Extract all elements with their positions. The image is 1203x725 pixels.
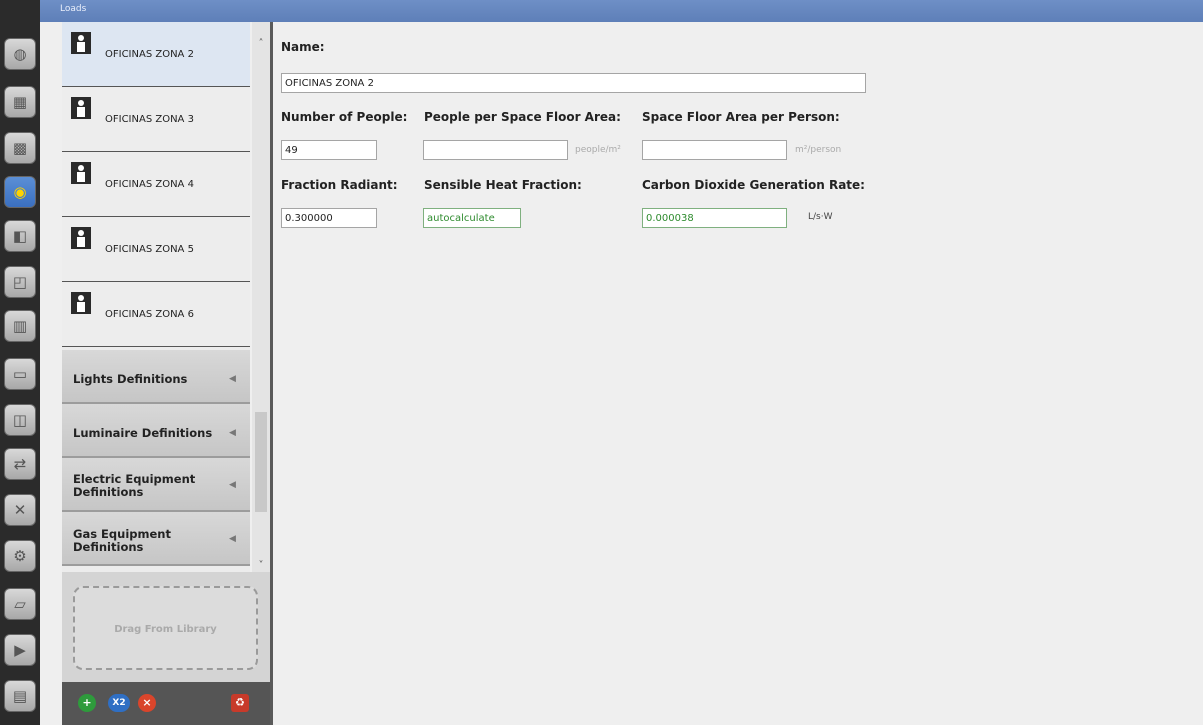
facility-icon[interactable]: ▥ — [4, 310, 36, 342]
co2-generation-rate-field[interactable]: 0.000038 — [642, 208, 787, 228]
list-item-label: OFICINAS ZONA 2 — [105, 49, 194, 60]
category-label: Lights Definitions — [73, 372, 188, 386]
collapse-arrow-icon: ◀ — [229, 374, 236, 384]
list-item[interactable]: OFICINAS ZONA 6 — [62, 282, 250, 347]
category-label: Luminaire Definitions — [73, 426, 213, 440]
thermal-zones-icon[interactable]: ◫ — [4, 404, 36, 436]
number-of-people-label: Number of People: — [281, 110, 408, 124]
category-luminaire-definitions[interactable]: Luminaire Definitions ◀ — [62, 404, 250, 458]
run-icon[interactable]: ▶ — [4, 634, 36, 666]
category-label: Electric Equipment Definitions — [73, 472, 196, 499]
loads-icon[interactable]: ◉ — [4, 176, 36, 208]
drag-from-library-text: Drag From Library — [114, 624, 217, 635]
number-of-people-field[interactable]: 49 — [281, 140, 377, 160]
remove-button[interactable]: × — [138, 694, 156, 712]
add-button[interactable]: + — [78, 694, 96, 712]
variables-icon[interactable]: ✕ — [4, 494, 36, 526]
person-icon — [71, 292, 91, 314]
name-field[interactable]: OFICINAS ZONA 2 — [281, 73, 866, 93]
people-per-area-unit: people/m² — [575, 145, 621, 155]
person-icon — [71, 162, 91, 184]
category-lights-definitions[interactable]: Lights Definitions ◀ — [62, 350, 250, 404]
collapse-arrow-icon: ◀ — [229, 428, 236, 438]
collapse-arrow-icon: ◀ — [229, 480, 236, 490]
list-actions-bar: + X2 × ♻ — [62, 682, 270, 725]
list-scrollbar[interactable]: ˄ ˅ — [252, 22, 270, 572]
category-label: Gas Equipment Definitions — [73, 527, 171, 554]
category-gas-equipment-definitions[interactable]: Gas Equipment Definitions ◀ — [62, 512, 250, 566]
constructions-icon[interactable]: ▩ — [4, 132, 36, 164]
area-per-person-label: Space Floor Area per Person: — [642, 110, 840, 124]
fraction-radiant-field[interactable]: 0.300000 — [281, 208, 377, 228]
people-per-area-field[interactable] — [423, 140, 568, 160]
list-item[interactable]: OFICINAS ZONA 2 — [62, 22, 250, 87]
space-types-icon[interactable]: ◧ — [4, 220, 36, 252]
area-per-person-field[interactable] — [642, 140, 787, 160]
list-item-label: OFICINAS ZONA 6 — [105, 309, 194, 320]
list-item[interactable]: OFICINAS ZONA 5 — [62, 217, 250, 282]
collapse-arrow-icon: ◀ — [229, 534, 236, 544]
scripts-icon[interactable]: ▱ — [4, 588, 36, 620]
co2-generation-rate-label: Carbon Dioxide Generation Rate: — [642, 178, 865, 192]
purge-button[interactable]: ♻ — [231, 694, 249, 712]
category-electric-equipment-definitions[interactable]: Electric Equipment Definitions ◀ — [62, 458, 250, 512]
list-item[interactable]: OFICINAS ZONA 4 — [62, 152, 250, 217]
list-item-label: OFICINAS ZONA 5 — [105, 244, 194, 255]
panel-divider — [270, 22, 273, 725]
list-item[interactable]: OFICINAS ZONA 3 — [62, 87, 250, 152]
list-item-label: OFICINAS ZONA 3 — [105, 114, 194, 125]
results-icon[interactable]: ▤ — [4, 680, 36, 712]
person-icon — [71, 227, 91, 249]
fraction-radiant-label: Fraction Radiant: — [281, 178, 398, 192]
list-item-label: OFICINAS ZONA 4 — [105, 179, 194, 190]
area-per-person-unit: m²/person — [795, 145, 842, 155]
hvac-systems-icon[interactable]: ⇄ — [4, 448, 36, 480]
drag-from-library-drop-zone[interactable]: Drag From Library — [73, 586, 258, 670]
duplicate-button[interactable]: X2 — [108, 694, 130, 712]
schedules-icon[interactable]: ▦ — [4, 86, 36, 118]
sensible-heat-fraction-label: Sensible Heat Fraction: — [424, 178, 582, 192]
name-label: Name: — [281, 40, 325, 54]
window-title: Loads — [60, 4, 87, 14]
sensible-heat-fraction-field[interactable]: autocalculate — [423, 208, 521, 228]
person-icon — [71, 97, 91, 119]
geometry-icon[interactable]: ◰ — [4, 266, 36, 298]
person-icon — [71, 32, 91, 54]
spaces-icon[interactable]: ▭ — [4, 358, 36, 390]
site-icon[interactable]: ◍ — [4, 38, 36, 70]
people-per-area-label: People per Space Floor Area: — [424, 110, 621, 124]
co2-generation-rate-unit: L/s·W — [808, 212, 833, 222]
scroll-up-icon[interactable]: ˄ — [252, 36, 270, 52]
main-toolbar: ◍ ▦ ▩ ◉ ◧ ◰ ▥ ▭ ◫ ⇄ ✕ ⚙ ▱ ▶ ▤ — [0, 0, 40, 725]
simulation-settings-icon[interactable]: ⚙ — [4, 540, 36, 572]
title-bar: Loads — [0, 0, 1203, 22]
scroll-thumb[interactable] — [255, 412, 267, 512]
